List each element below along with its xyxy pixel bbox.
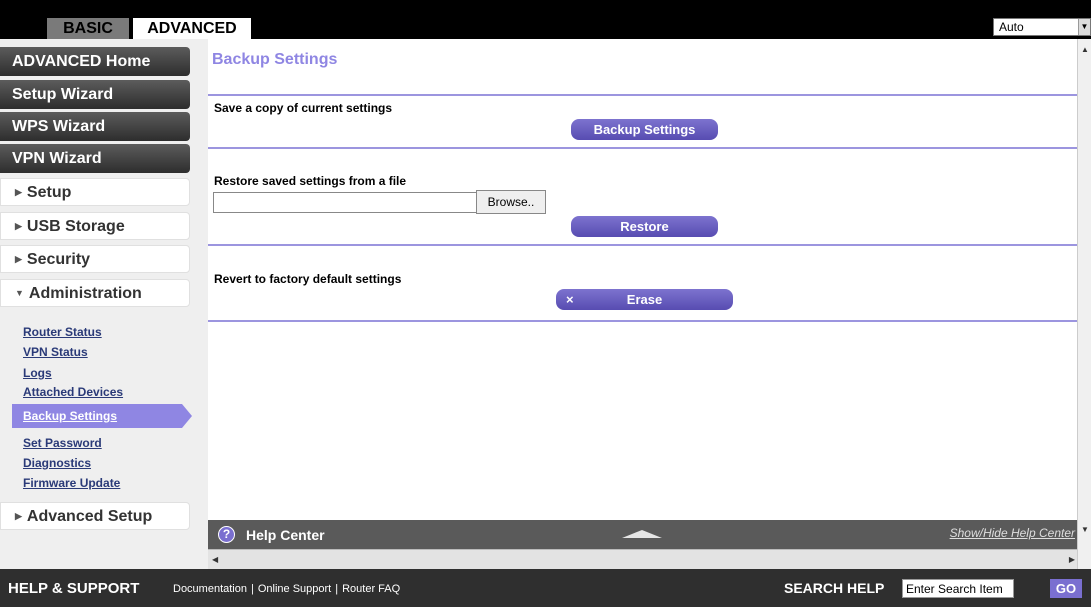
help-support-title: HELP & SUPPORT <box>8 580 140 597</box>
scroll-down-icon[interactable]: ▼ <box>1081 525 1089 534</box>
sidebar-item-administration[interactable]: ▼ Administration <box>0 279 190 307</box>
scroll-left-icon[interactable]: ◀ <box>212 555 218 564</box>
footer-links: Documentation | Online Support | Router FAQ <box>173 583 401 595</box>
sidebar-item-label: Administration <box>28 285 142 302</box>
top-bar: BASIC ADVANCED Auto ▼ <box>0 0 1091 39</box>
chevron-down-icon[interactable]: ▼ <box>1078 19 1090 35</box>
sublink-logs[interactable]: Logs <box>23 366 52 380</box>
go-button[interactable]: GO <box>1050 579 1082 598</box>
main-content: Backup Settings Save a copy of current s… <box>208 39 1077 520</box>
divider <box>208 244 1077 246</box>
expand-arrow-icon[interactable] <box>622 530 662 538</box>
restore-label: Restore saved settings from a file <box>214 174 407 188</box>
help-center-title: Help Center <box>246 527 325 543</box>
language-select-value: Auto <box>999 20 1024 34</box>
search-help-label: SEARCH HELP <box>784 580 885 596</box>
sidebar-item-setup[interactable]: ▶ Setup <box>0 178 190 206</box>
page-title: Backup Settings <box>212 51 338 68</box>
search-input[interactable] <box>902 579 1014 598</box>
browse-button[interactable]: Browse.. <box>476 190 546 214</box>
help-icon: ? <box>218 526 235 543</box>
router-faq-link[interactable]: Router FAQ <box>342 583 400 595</box>
sidebar-item-label: Security <box>26 251 91 268</box>
documentation-link[interactable]: Documentation <box>173 583 247 595</box>
caret-down-icon: ▼ <box>15 288 24 298</box>
sidebar-vpn-wizard[interactable]: VPN Wizard <box>0 144 190 173</box>
scroll-up-icon[interactable]: ▲ <box>1081 45 1089 54</box>
caret-right-icon: ▶ <box>15 254 22 264</box>
sublink-backup-settings[interactable]: Backup Settings <box>12 404 192 428</box>
sidebar-item-label: USB Storage <box>26 218 125 235</box>
sublink-attached-devices[interactable]: Attached Devices <box>23 385 123 399</box>
revert-label: Revert to factory default settings <box>214 272 402 286</box>
erase-button[interactable]: × Erase <box>556 289 733 310</box>
sidebar-advanced-home[interactable]: ADVANCED Home <box>0 47 190 76</box>
help-center-bar: ? Help Center Show/Hide Help Center <box>208 520 1077 549</box>
sidebar-item-advanced-setup[interactable]: ▶ Advanced Setup <box>0 502 190 530</box>
caret-right-icon: ▶ <box>15 511 22 521</box>
tab-advanced[interactable]: ADVANCED <box>133 18 251 39</box>
divider <box>208 94 1077 96</box>
sidebar: ADVANCED Home Setup Wizard WPS Wizard VP… <box>0 39 208 570</box>
sublink-vpn-status[interactable]: VPN Status <box>23 345 88 359</box>
caret-right-icon: ▶ <box>15 221 22 231</box>
vertical-scrollbar[interactable]: ▲ ▼ <box>1077 39 1091 569</box>
close-icon: × <box>566 292 574 307</box>
sidebar-item-label: Advanced Setup <box>26 508 153 525</box>
caret-right-icon: ▶ <box>15 187 22 197</box>
divider <box>208 147 1077 149</box>
erase-button-label: Erase <box>626 292 663 307</box>
scroll-right-icon[interactable]: ▶ <box>1069 555 1075 564</box>
backup-settings-button[interactable]: Backup Settings <box>571 119 718 140</box>
sidebar-setup-wizard[interactable]: Setup Wizard <box>0 80 190 109</box>
footer: HELP & SUPPORT Documentation | Online Supp… <box>0 569 1091 607</box>
sublink-router-status[interactable]: Router Status <box>23 325 102 339</box>
show-hide-help-link[interactable]: Show/Hide Help Center <box>950 526 1075 540</box>
divider <box>208 320 1077 322</box>
tab-basic[interactable]: BASIC <box>47 18 129 39</box>
sidebar-item-security[interactable]: ▶ Security <box>0 245 190 273</box>
backup-label: Save a copy of current settings <box>214 101 393 115</box>
restore-button[interactable]: Restore <box>571 216 718 237</box>
language-select[interactable]: Auto ▼ <box>993 18 1091 36</box>
restore-file-input[interactable] <box>213 192 477 213</box>
horizontal-scrollbar[interactable]: ◀ ▶ <box>208 549 1077 569</box>
sidebar-wps-wizard[interactable]: WPS Wizard <box>0 112 190 141</box>
sidebar-item-label: Setup <box>26 184 72 201</box>
sublink-label: Backup Settings <box>23 409 118 423</box>
sublink-diagnostics[interactable]: Diagnostics <box>23 456 91 470</box>
sublink-set-password[interactable]: Set Password <box>23 436 102 450</box>
online-support-link[interactable]: Online Support <box>258 583 331 595</box>
sidebar-item-usb-storage[interactable]: ▶ USB Storage <box>0 212 190 240</box>
sublink-firmware-update[interactable]: Firmware Update <box>23 476 120 490</box>
